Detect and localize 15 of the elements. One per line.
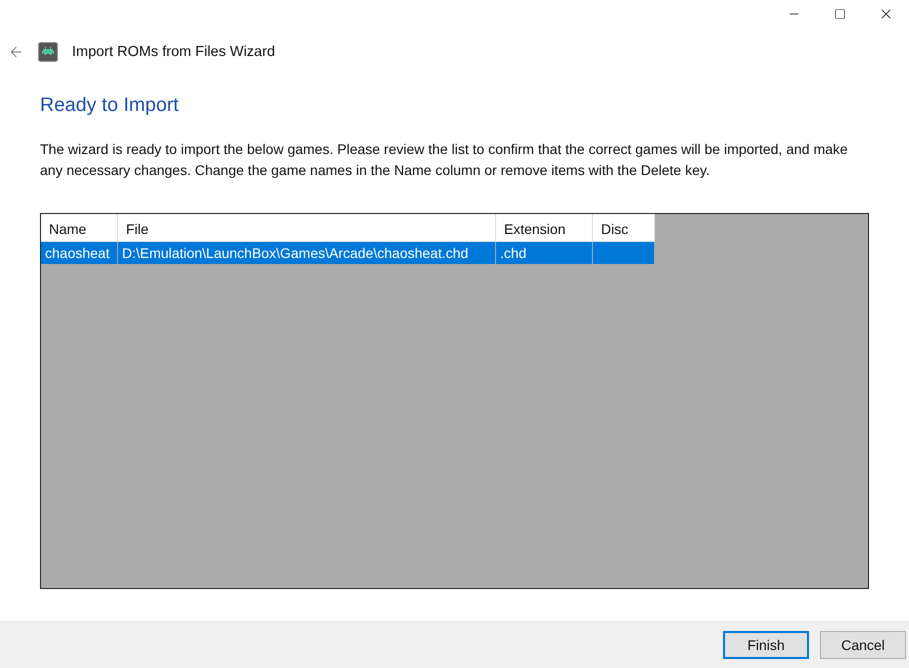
column-header[interactable]: Name	[41, 214, 118, 241]
column-header[interactable]: File	[118, 214, 496, 241]
table-cell[interactable]	[593, 241, 655, 264]
description-text: The wizard is ready to import the below games. Please review the list to confirm that the correct games will be imported, and make any necessary changes. Change the game names in the Name column or remove items with the Delete key.	[40, 140, 849, 180]
table-cell[interactable]: D:\Emulation\LaunchBox\Games\Arcade\chaosheat.chd	[118, 241, 496, 264]
finish-button[interactable]: Finish	[723, 631, 809, 659]
window-title: Import ROMs from Files Wizard	[72, 44, 276, 60]
column-header[interactable]: Disc	[593, 214, 655, 241]
invader-icon	[38, 42, 58, 62]
cancel-button[interactable]: Cancel	[820, 631, 906, 659]
page-heading: Ready to Import	[40, 94, 180, 117]
maximize-icon[interactable]	[834, 8, 846, 20]
column-header[interactable]: Extension	[496, 214, 593, 241]
table-cell[interactable]: chaosheat	[41, 241, 118, 264]
table-cell[interactable]: .chd	[496, 241, 593, 264]
